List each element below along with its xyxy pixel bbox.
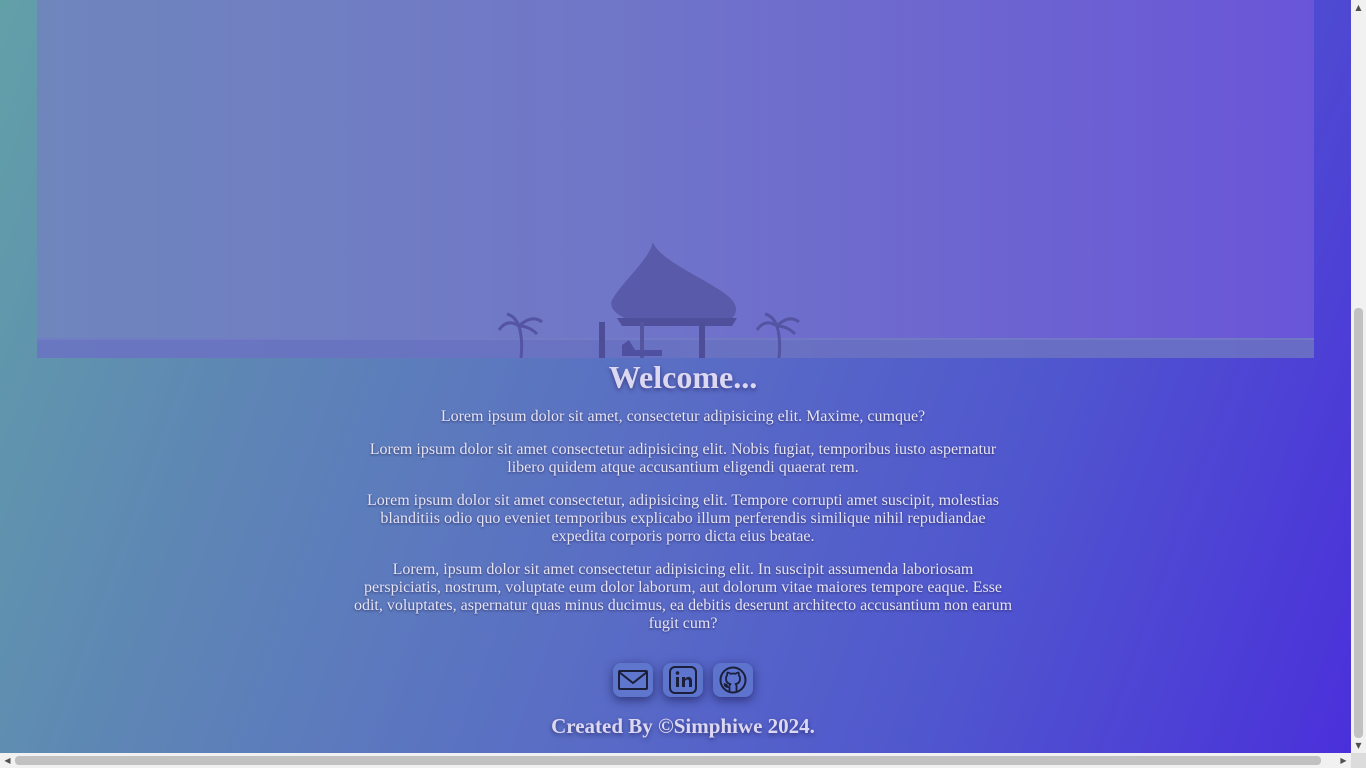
- paragraph-4: Lorem, ipsum dolor sit amet consectetur …: [353, 561, 1013, 632]
- main-content: Welcome... Lorem ipsum dolor sit amet, c…: [0, 358, 1366, 738]
- footer-credit: Created By ©Simphiwe 2024.: [551, 714, 815, 738]
- intro-text: Lorem ipsum dolor sit amet, consectetur …: [353, 408, 1013, 633]
- scroll-right-arrow-icon[interactable]: ▶: [1336, 753, 1351, 768]
- email-link-button[interactable]: [613, 663, 653, 697]
- scrollbar-corner: [1351, 753, 1366, 768]
- social-links: [0, 663, 1366, 697]
- paragraph-2: Lorem ipsum dolor sit amet consectetur a…: [369, 441, 997, 476]
- scroll-up-arrow-icon[interactable]: ▲: [1351, 0, 1366, 15]
- github-icon: [719, 666, 747, 694]
- hero-image: [37, 0, 1314, 358]
- page-title: Welcome...: [608, 359, 758, 395]
- github-link-button[interactable]: [713, 663, 753, 697]
- linkedin-icon: [669, 666, 697, 694]
- mail-icon: [618, 670, 648, 690]
- scroll-left-arrow-icon[interactable]: ◀: [0, 753, 15, 768]
- paragraph-3: Lorem ipsum dolor sit amet consectetur, …: [366, 492, 1000, 545]
- horizontal-scrollbar[interactable]: ◀ ▶: [0, 753, 1366, 768]
- scroll-down-arrow-icon[interactable]: ▼: [1351, 738, 1366, 753]
- linkedin-link-button[interactable]: [663, 663, 703, 697]
- beach-gazebo-illustration: [37, 0, 1314, 358]
- vertical-scroll-thumb[interactable]: [1354, 308, 1363, 738]
- paragraph-1: Lorem ipsum dolor sit amet, consectetur …: [440, 408, 926, 425]
- vertical-scrollbar[interactable]: ▲ ▼: [1351, 0, 1366, 753]
- horizontal-scroll-thumb[interactable]: [15, 756, 1321, 765]
